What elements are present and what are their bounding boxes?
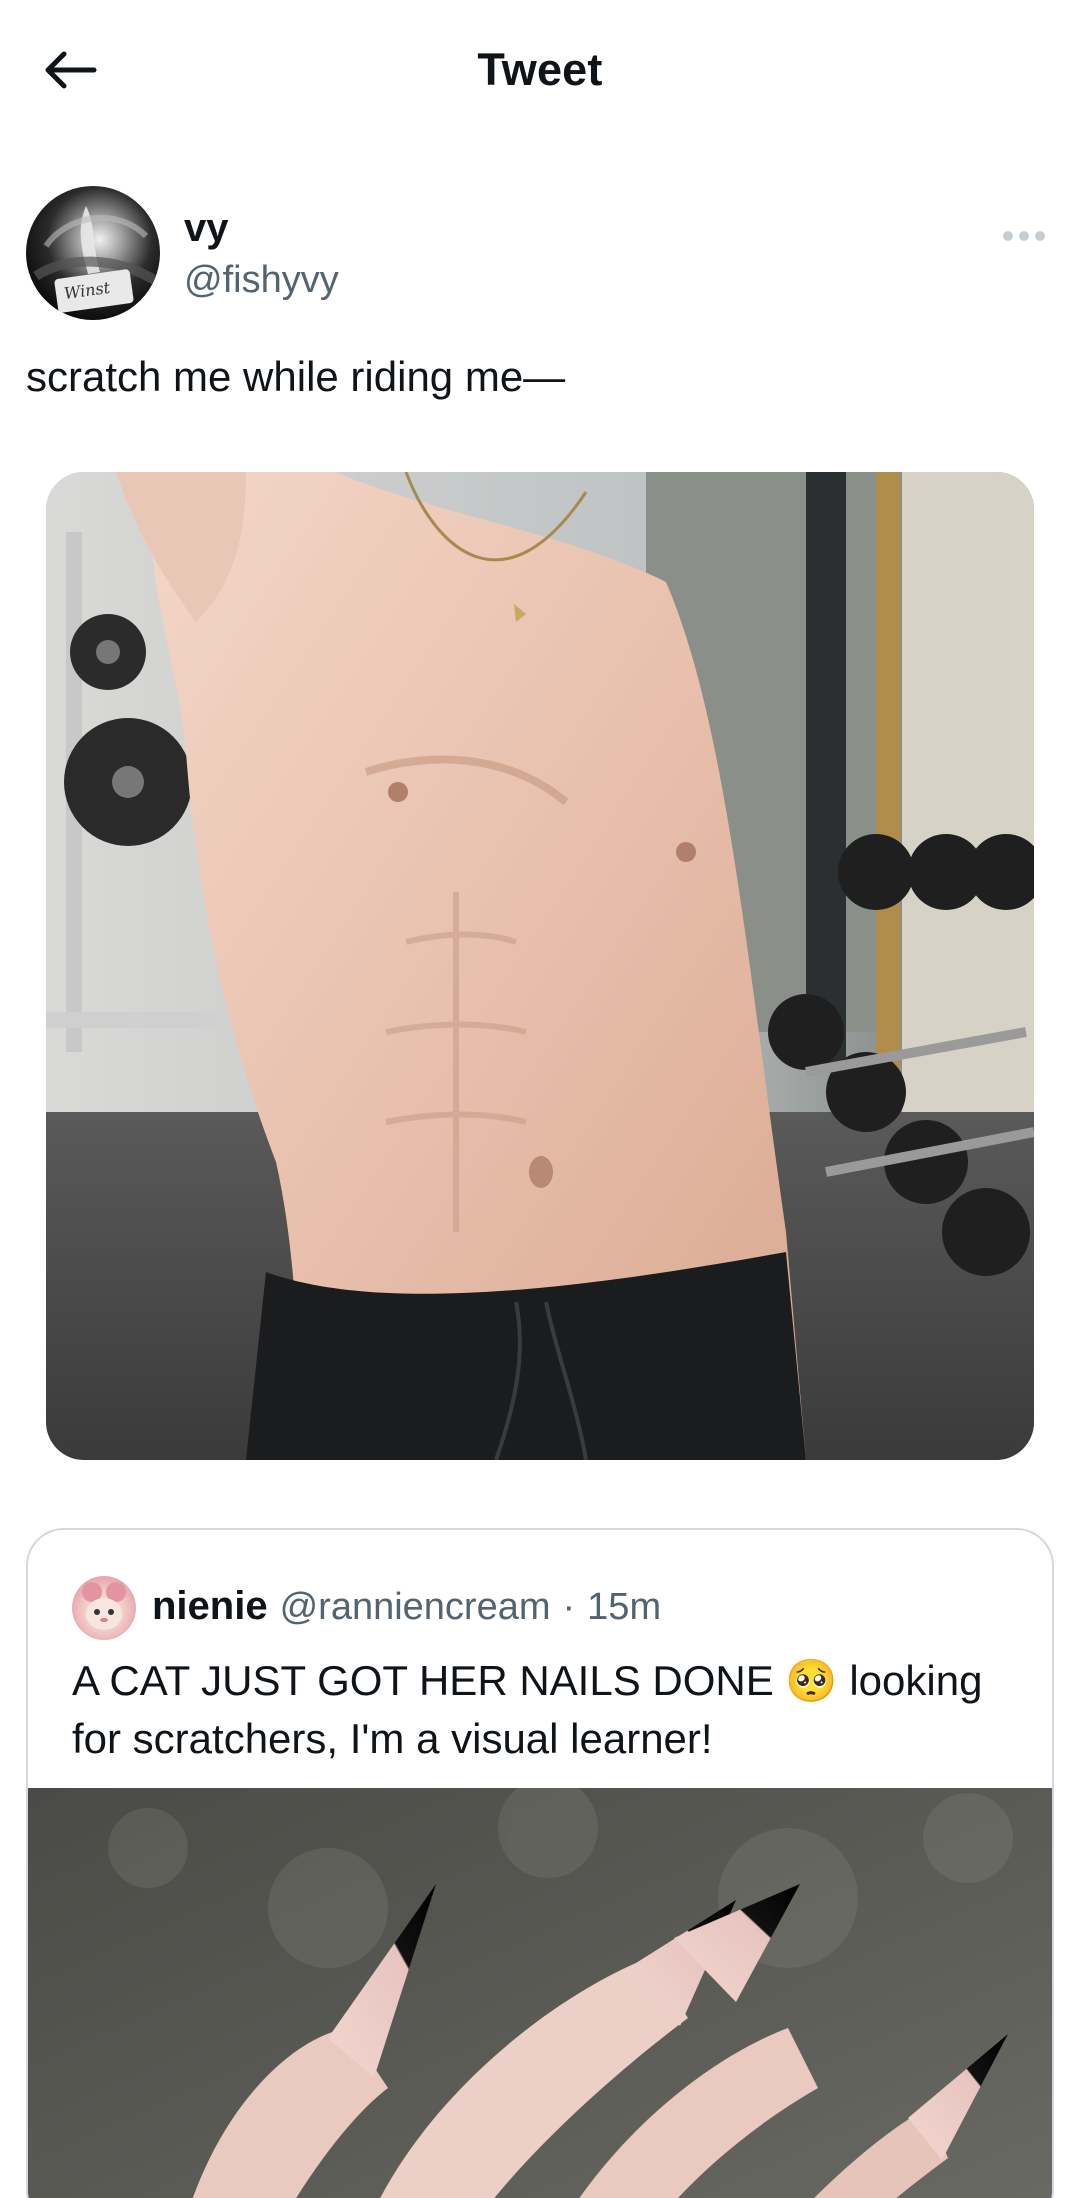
top-bar: Tweet: [0, 0, 1080, 140]
tweet-detail-screen: Tweet Winst vy @fishyvy scratch me while…: [0, 0, 1080, 2198]
quoted-author-name[interactable]: nienie: [152, 1584, 268, 1629]
meta-separator: ·: [562, 1586, 576, 1628]
quoted-tweet[interactable]: nienie @ranniencream · 15m A CAT JUST GO…: [26, 1528, 1054, 2198]
author-handle[interactable]: @fishyvy: [184, 258, 339, 302]
quoted-text: A CAT JUST GOT HER NAILS DONE 🥺 looking …: [72, 1657, 983, 1762]
tweet-author: Winst vy @fishyvy: [26, 186, 1054, 326]
quoted-meta: nienie @ranniencream · 15m: [152, 1584, 661, 1634]
quoted-avatar[interactable]: [72, 1576, 136, 1640]
page-title: Tweet: [477, 44, 603, 95]
more-options-button[interactable]: [994, 216, 1054, 256]
tweet-photo[interactable]: [46, 472, 1034, 1460]
quoted-timestamp: 15m: [587, 1586, 662, 1628]
quoted-photo[interactable]: [28, 1778, 1052, 2198]
author-name[interactable]: vy: [184, 206, 229, 250]
tweet-text: scratch me while riding me—: [26, 353, 566, 400]
avatar[interactable]: Winst: [26, 186, 160, 320]
more-horizontal-icon: [1003, 231, 1045, 241]
quoted-author-handle[interactable]: @ranniencream: [280, 1586, 551, 1629]
